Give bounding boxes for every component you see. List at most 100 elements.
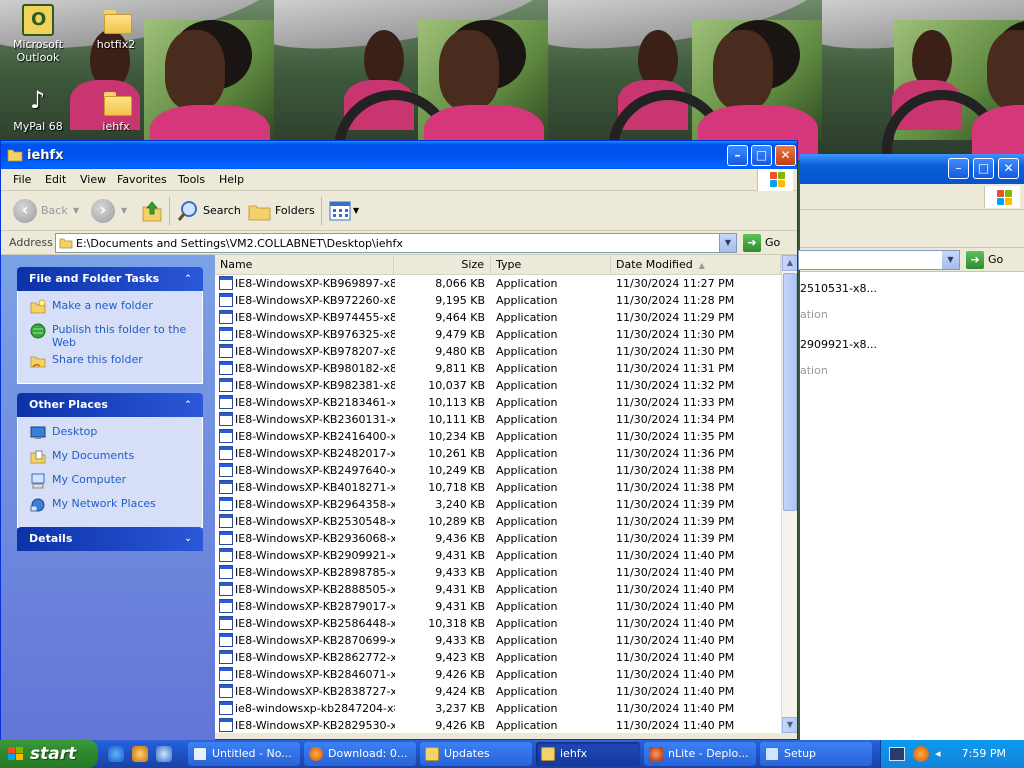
- table-row[interactable]: IE8-WindowsXP-KB2936068-x... 9,436 KB Appl…: [215, 530, 781, 547]
- quicklaunch-app-icon[interactable]: [132, 746, 148, 762]
- menu-help[interactable]: Help: [219, 173, 244, 186]
- table-row[interactable]: IE8-WindowsXP-KB978207-x8... 9,480 KB Appl…: [215, 343, 781, 360]
- window-titlebar[interactable]: iehfx – □ ✕: [1, 141, 797, 169]
- other-place-my-network-places[interactable]: My Network Places: [30, 497, 192, 517]
- scroll-down-icon[interactable]: ▼: [782, 717, 797, 733]
- scroll-up-icon[interactable]: ▲: [782, 255, 797, 271]
- column-size[interactable]: Size: [394, 255, 491, 275]
- other-place-my-computer[interactable]: My Computer: [30, 473, 192, 493]
- address-input[interactable]: ▼: [798, 250, 960, 270]
- close-button[interactable]: ✕: [998, 158, 1019, 179]
- maximize-button[interactable]: □: [751, 145, 772, 166]
- table-row[interactable]: ie8-windowsxp-kb2847204-x8... 3,237 KB App…: [215, 700, 781, 717]
- table-row[interactable]: IE8-WindowsXP-KB2416400-x... 10,234 KB App…: [215, 428, 781, 445]
- back-button[interactable]: Back: [41, 199, 68, 223]
- taskbar-button-setup[interactable]: Setup: [760, 742, 872, 766]
- search-icon[interactable]: [177, 199, 199, 223]
- explorer-window[interactable]: iehfx – □ ✕ File Edit View Favorites Too…: [0, 140, 798, 741]
- table-row[interactable]: IE8-WindowsXP-KB969897-x8... 8,066 KB Appl…: [215, 275, 781, 292]
- other-place-desktop[interactable]: Desktop: [30, 425, 192, 445]
- table-row[interactable]: IE8-WindowsXP-KB2846071-x... 9,426 KB Appl…: [215, 666, 781, 683]
- panel-header[interactable]: Details ⌄: [17, 527, 203, 551]
- table-row[interactable]: IE8-WindowsXP-KB2870699-x... 9,433 KB Appl…: [215, 632, 781, 649]
- internet-explorer-icon[interactable]: [108, 746, 124, 762]
- table-row[interactable]: IE8-WindowsXP-KB2898785-x... 9,433 KB Appl…: [215, 564, 781, 581]
- show-desktop-icon[interactable]: [156, 746, 172, 762]
- folders-icon[interactable]: [248, 199, 272, 223]
- search-button[interactable]: Search: [203, 199, 241, 223]
- table-row[interactable]: IE8-WindowsXP-KB2829530-x... 9,426 KB Appl…: [215, 717, 781, 733]
- menu-edit[interactable]: Edit: [45, 173, 66, 186]
- table-row[interactable]: IE8-WindowsXP-KB2862772-x... 9,423 KB Appl…: [215, 649, 781, 666]
- panel-header[interactable]: File and Folder Tasks ⌃: [17, 267, 203, 291]
- list-item[interactable]: 2909921-x8...: [800, 338, 877, 351]
- background-window-titlebar[interactable]: – □ ✕: [800, 154, 1024, 184]
- other-place-my-documents[interactable]: My Documents: [30, 449, 192, 469]
- table-row[interactable]: IE8-WindowsXP-KB2586448-x... 10,318 KB App…: [215, 615, 781, 632]
- table-row[interactable]: IE8-WindowsXP-KB2482017-x... 10,261 KB App…: [215, 445, 781, 462]
- table-row[interactable]: IE8-WindowsXP-KB2183461-x... 10,113 KB App…: [215, 394, 781, 411]
- go-button[interactable]: ➜ Go: [743, 234, 780, 252]
- collapse-icon[interactable]: ⌃: [181, 273, 195, 287]
- menu-file[interactable]: File: [13, 173, 31, 186]
- chevron-down-icon[interactable]: ▼: [942, 251, 959, 269]
- up-folder-icon[interactable]: [141, 199, 163, 223]
- column-type[interactable]: Type: [491, 255, 611, 275]
- forward-arrow-icon[interactable]: ›: [91, 199, 115, 223]
- firefox-tray-icon[interactable]: [913, 746, 929, 762]
- menu-view[interactable]: View: [80, 173, 106, 186]
- scrollbar-thumb[interactable]: [783, 273, 797, 511]
- table-row[interactable]: IE8-WindowsXP-KB972260-x8... 9,195 KB Appl…: [215, 292, 781, 309]
- table-row[interactable]: IE8-WindowsXP-KB4018271-x... 10,718 KB App…: [215, 479, 781, 496]
- views-icon[interactable]: [329, 201, 351, 221]
- close-button[interactable]: ✕: [775, 145, 796, 166]
- volume-icon[interactable]: ◂: [935, 748, 949, 760]
- go-button[interactable]: ➜ Go: [966, 251, 1003, 269]
- desktop-icon-iehfx[interactable]: iehfx: [78, 86, 154, 133]
- desktop-icon-mypal[interactable]: MyPal 68: [0, 86, 76, 133]
- share-folder-link[interactable]: Share this folder: [30, 353, 192, 373]
- panel-header[interactable]: Other Places ⌃: [17, 393, 203, 417]
- keyboard-icon[interactable]: [889, 747, 905, 761]
- views-dropdown-icon[interactable]: ▼: [353, 199, 359, 223]
- back-dropdown-icon[interactable]: ▼: [73, 199, 79, 223]
- back-arrow-icon[interactable]: ‹: [13, 199, 37, 223]
- column-date-modified[interactable]: Date Modified ▲: [611, 255, 781, 275]
- table-row[interactable]: IE8-WindowsXP-KB2909921-x... 9,431 KB Appl…: [215, 547, 781, 564]
- minimize-button[interactable]: –: [727, 145, 748, 166]
- publish-folder-link[interactable]: Publish this folder to the Web: [30, 323, 192, 349]
- address-input[interactable]: E:\Documents and Settings\VM2.COLLABNET\…: [55, 233, 737, 253]
- vertical-scrollbar[interactable]: ▲ ▼: [781, 255, 797, 733]
- taskbar-button-updates[interactable]: Updates: [420, 742, 532, 766]
- table-row[interactable]: IE8-WindowsXP-KB2964358-x... 3,240 KB Appl…: [215, 496, 781, 513]
- table-row[interactable]: IE8-WindowsXP-KB980182-x8... 9,811 KB Appl…: [215, 360, 781, 377]
- minimize-button[interactable]: –: [948, 158, 969, 179]
- forward-dropdown-icon[interactable]: ▼: [121, 199, 127, 223]
- table-row[interactable]: IE8-WindowsXP-KB2879017-x... 9,431 KB Appl…: [215, 598, 781, 615]
- taskbar-button-download[interactable]: Download: 0...: [304, 742, 416, 766]
- menu-tools[interactable]: Tools: [178, 173, 205, 186]
- folders-button[interactable]: Folders: [275, 199, 315, 223]
- list-item[interactable]: 2510531-x8...: [800, 282, 877, 295]
- table-row[interactable]: IE8-WindowsXP-KB2497640-x... 10,249 KB App…: [215, 462, 781, 479]
- expand-icon[interactable]: ⌄: [181, 533, 195, 547]
- chevron-down-icon[interactable]: ▼: [719, 234, 736, 252]
- table-row[interactable]: IE8-WindowsXP-KB2360131-x... 10,111 KB App…: [215, 411, 781, 428]
- clock[interactable]: 7:59 PM: [962, 747, 1006, 760]
- taskbar-button-iehfx[interactable]: iehfx: [536, 742, 640, 766]
- make-new-folder-link[interactable]: Make a new folder: [30, 299, 192, 319]
- column-name[interactable]: Name: [215, 255, 394, 275]
- table-row[interactable]: IE8-WindowsXP-KB2888505-x... 9,431 KB Appl…: [215, 581, 781, 598]
- desktop-icon-outlook[interactable]: Microsoft Outlook: [0, 4, 76, 64]
- table-row[interactable]: IE8-WindowsXP-KB976325-x8... 9,479 KB Appl…: [215, 326, 781, 343]
- table-row[interactable]: IE8-WindowsXP-KB974455-x8... 9,464 KB Appl…: [215, 309, 781, 326]
- desktop-icon-hotfix2[interactable]: hotfix2: [78, 4, 154, 51]
- background-explorer-window[interactable]: – □ ✕ ▼ ➜ Go 2510531-x8... ation 2909921-…: [798, 154, 1024, 740]
- collapse-icon[interactable]: ⌃: [181, 399, 195, 413]
- table-row[interactable]: IE8-WindowsXP-KB2530548-x... 10,289 KB App…: [215, 513, 781, 530]
- taskbar-button-notepad[interactable]: Untitled - No...: [188, 742, 300, 766]
- taskbar-button-nlite[interactable]: nLite - Deplo...: [644, 742, 756, 766]
- menu-favorites[interactable]: Favorites: [117, 173, 167, 186]
- table-row[interactable]: IE8-WindowsXP-KB982381-x8... 10,037 KB App…: [215, 377, 781, 394]
- maximize-button[interactable]: □: [973, 158, 994, 179]
